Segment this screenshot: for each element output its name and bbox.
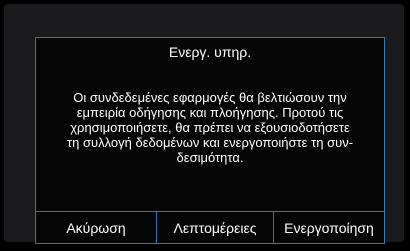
message-line: δεσιμότητα. bbox=[176, 150, 244, 165]
cancel-button[interactable]: Ακύρωση bbox=[36, 212, 156, 243]
dialog-title: Ενεργ. υπηρ. bbox=[168, 44, 252, 60]
dialog-button-row: Ακύρωση Λεπτομέρειες Ενεργοποίηση bbox=[36, 211, 384, 243]
message-line: χρησιμοποιήσετε, θα πρέπει να εξουσιοδοτ… bbox=[70, 120, 350, 135]
activate-button[interactable]: Ενεργοποίηση bbox=[273, 212, 384, 243]
details-button[interactable]: Λεπτομέρειες bbox=[156, 212, 273, 243]
message-line: εμπειρία οδήγησης και πλοήγησης. Προτού … bbox=[76, 105, 344, 120]
screen: Ενεργ. υπηρ. Οι συνδεδεμένες εφαρμογές θ… bbox=[4, 4, 404, 244]
message-line: τη συλλογή δεδομένων και ενεργοποιήστε τ… bbox=[66, 135, 354, 150]
message-line: Οι συνδεδεμένες εφαρμογές θα βελτιώσουν … bbox=[73, 90, 347, 105]
service-activation-dialog: Ενεργ. υπηρ. Οι συνδεδεμένες εφαρμογές θ… bbox=[35, 37, 385, 244]
dialog-message: Οι συνδεδεμένες εφαρμογές θα βελτιώσουν … bbox=[50, 90, 370, 165]
